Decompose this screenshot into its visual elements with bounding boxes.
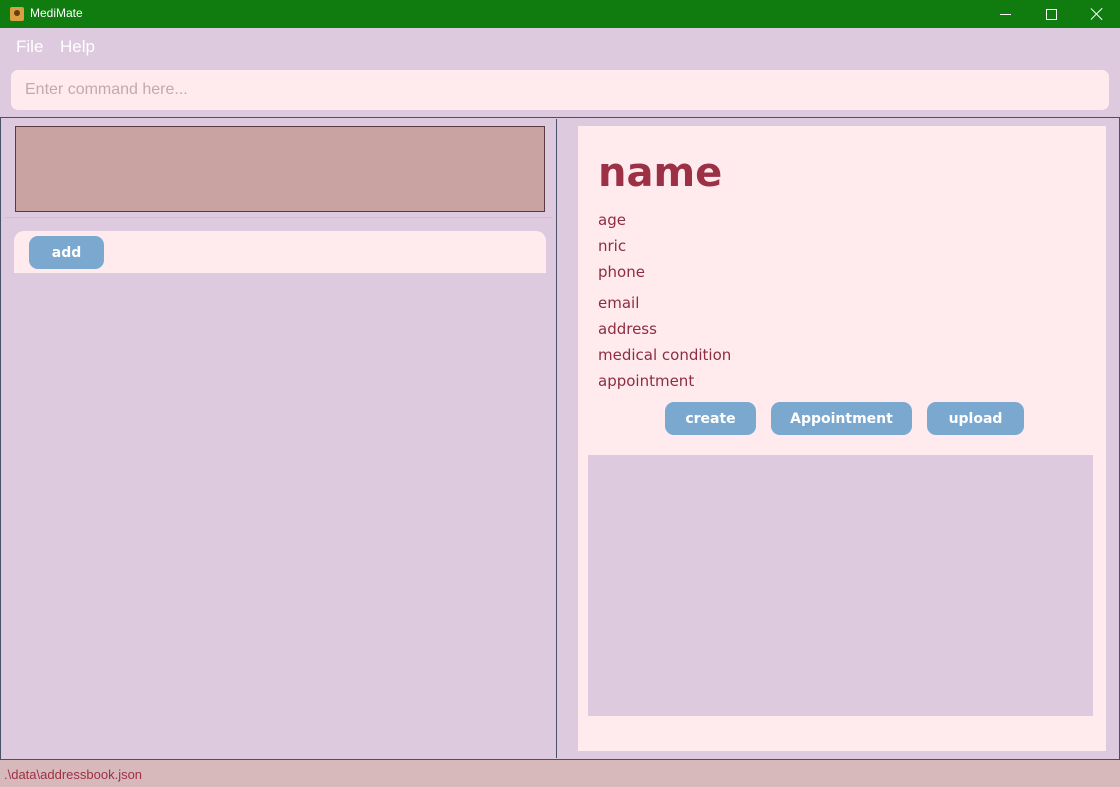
patient-age: age: [598, 211, 626, 229]
command-input[interactable]: [23, 80, 1109, 100]
patient-phone: phone: [598, 263, 645, 281]
result-display: [15, 126, 545, 212]
menu-file[interactable]: File: [16, 37, 43, 57]
left-divider: [5, 217, 553, 218]
status-bar: .\data\addressbook.json: [0, 760, 1120, 787]
create-button[interactable]: create: [665, 402, 756, 435]
menu-bar: File Help: [0, 28, 1120, 66]
left-pane: add: [2, 119, 557, 758]
patient-nric: nric: [598, 237, 627, 255]
upload-button[interactable]: upload: [927, 402, 1024, 435]
close-icon: [1091, 8, 1103, 20]
appointment-button[interactable]: Appointment: [771, 402, 912, 435]
main-frame: add name age nric phone email address me…: [0, 117, 1120, 760]
command-box: [11, 70, 1109, 110]
patient-address: address: [598, 320, 657, 338]
title-bar: MediMate: [0, 0, 1120, 28]
appointment-panel: [588, 455, 1093, 716]
person-list-card: add: [14, 231, 546, 273]
right-pane: name age nric phone email address medica…: [565, 119, 1118, 758]
minimize-button[interactable]: [982, 0, 1028, 28]
patient-email: email: [598, 294, 640, 312]
medimate-app-icon: [10, 7, 24, 21]
add-button[interactable]: add: [29, 236, 104, 269]
patient-medical-condition: medical condition: [598, 346, 732, 364]
maximize-button[interactable]: [1028, 0, 1074, 28]
maximize-icon: [1045, 8, 1057, 20]
save-location-text: .\data\addressbook.json: [4, 767, 143, 782]
patient-detail-card: name age nric phone email address medica…: [578, 126, 1106, 751]
patient-appointment: appointment: [598, 372, 695, 390]
patient-name: name: [598, 150, 723, 196]
close-button[interactable]: [1074, 0, 1120, 28]
menu-help[interactable]: Help: [60, 37, 95, 57]
minimize-icon: [999, 13, 1011, 15]
window-title: MediMate: [30, 6, 83, 20]
